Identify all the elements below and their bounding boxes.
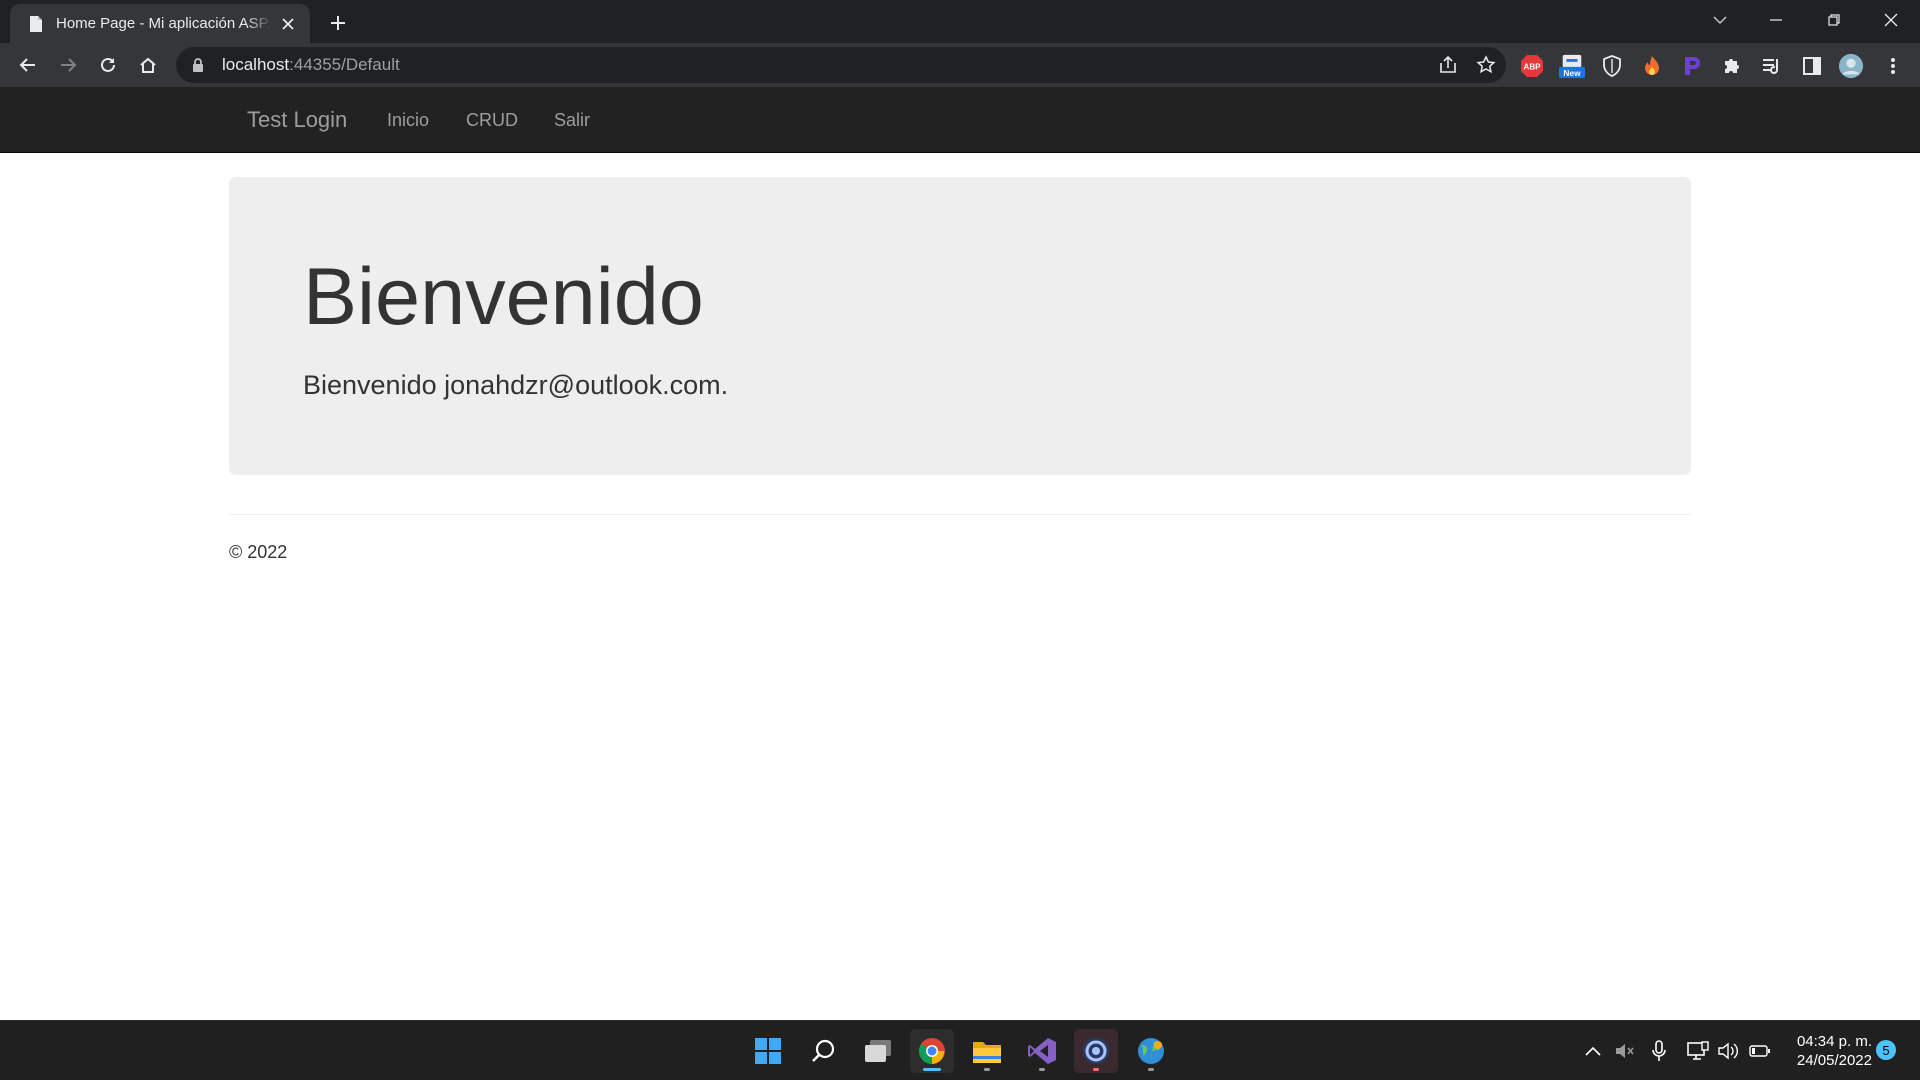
browser-toolbar: localhost :44355/Default ABP New bbox=[0, 43, 1920, 88]
chrome-active-indicator bbox=[923, 1068, 941, 1071]
browser-tab-active[interactable]: Home Page - Mi aplicación ASP.NET bbox=[10, 4, 310, 43]
new-tab-button[interactable] bbox=[324, 9, 352, 37]
lock-icon[interactable] bbox=[190, 57, 206, 73]
close-window-button[interactable] bbox=[1863, 0, 1919, 40]
microphone-icon[interactable] bbox=[1647, 1039, 1671, 1063]
forward-button[interactable] bbox=[52, 49, 84, 81]
url-path: :44355/Default bbox=[289, 55, 400, 74]
tab-close-icon[interactable] bbox=[278, 14, 298, 34]
taskbar-chrome[interactable] bbox=[910, 1029, 954, 1073]
share-icon[interactable] bbox=[1436, 53, 1460, 77]
page-favicon-icon bbox=[26, 14, 46, 34]
battery-icon[interactable] bbox=[1748, 1039, 1772, 1063]
puzzle-extensions-icon[interactable] bbox=[1719, 53, 1745, 79]
task-view-icon[interactable] bbox=[856, 1029, 900, 1073]
footer-copyright: © 2022 bbox=[229, 542, 288, 562]
search-icon[interactable] bbox=[801, 1029, 845, 1073]
speaker-muted-icon[interactable] bbox=[1612, 1039, 1636, 1063]
site-navbar: Test Login Inicio CRUD Salir bbox=[0, 88, 1920, 153]
taskbar-browser-globe[interactable] bbox=[1129, 1029, 1173, 1073]
web-page: Test Login Inicio CRUD Salir Bienvenido … bbox=[0, 88, 1920, 1020]
taskbar-file-explorer[interactable] bbox=[965, 1029, 1009, 1073]
tab-search-chevron-icon[interactable] bbox=[1692, 0, 1748, 40]
reload-button[interactable] bbox=[92, 49, 124, 81]
bookmark-star-icon[interactable] bbox=[1474, 53, 1498, 77]
nav-link-crud[interactable]: CRUD bbox=[466, 110, 518, 131]
profile-avatar[interactable] bbox=[1838, 53, 1864, 79]
new-extension-icon[interactable]: New bbox=[1559, 53, 1585, 79]
side-panel-icon[interactable] bbox=[1799, 53, 1825, 79]
notification-badge[interactable]: 5 bbox=[1876, 1040, 1896, 1060]
back-button[interactable] bbox=[12, 49, 44, 81]
vs-running-indicator bbox=[1039, 1068, 1045, 1071]
welcome-message: Bienvenido jonahdzr@outlook.com. bbox=[303, 370, 729, 400]
browser-tabstrip: Home Page - Mi aplicación ASP.NET bbox=[0, 0, 1920, 43]
show-hidden-icons-chevron-icon[interactable] bbox=[1581, 1039, 1605, 1063]
home-button[interactable] bbox=[132, 49, 164, 81]
restore-button[interactable] bbox=[1806, 0, 1862, 40]
welcome-title: Bienvenido bbox=[303, 252, 704, 342]
volume-icon[interactable] bbox=[1716, 1039, 1740, 1063]
address-bar[interactable]: localhost :44355/Default bbox=[176, 47, 1506, 83]
footer-divider bbox=[229, 514, 1691, 515]
taskbar-visual-studio[interactable] bbox=[1020, 1029, 1064, 1073]
nav-link-inicio[interactable]: Inicio bbox=[387, 110, 429, 131]
windows-taskbar: 04:34 p. m. 24/05/2022 5 bbox=[0, 1020, 1920, 1080]
chrome-menu-icon[interactable] bbox=[1880, 53, 1906, 79]
url-host: localhost bbox=[222, 55, 290, 74]
minimize-button[interactable] bbox=[1748, 0, 1804, 40]
svg-text:New: New bbox=[1563, 68, 1581, 78]
nav-link-salir[interactable]: Salir bbox=[554, 110, 590, 131]
shield-extension-icon[interactable] bbox=[1599, 53, 1625, 79]
obs-running-indicator bbox=[1093, 1068, 1099, 1071]
svg-text:ABP: ABP bbox=[1524, 63, 1542, 72]
media-control-icon[interactable] bbox=[1759, 53, 1785, 79]
system-clock[interactable]: 04:34 p. m. 24/05/2022 bbox=[1780, 1032, 1872, 1070]
p-extension-icon[interactable] bbox=[1679, 53, 1705, 79]
clock-date: 24/05/2022 bbox=[1796, 1052, 1872, 1069]
tab-title: Home Page - Mi aplicación ASP.NET bbox=[56, 15, 272, 32]
clock-time: 04:34 p. m. bbox=[1796, 1033, 1872, 1050]
globe-running-indicator bbox=[1148, 1068, 1154, 1071]
navbar-brand[interactable]: Test Login bbox=[247, 107, 347, 133]
explorer-running-indicator bbox=[984, 1068, 990, 1071]
network-icon[interactable] bbox=[1686, 1039, 1710, 1063]
taskbar-obs-app[interactable] bbox=[1074, 1029, 1118, 1073]
adblock-plus-icon[interactable]: ABP bbox=[1519, 53, 1545, 79]
start-button[interactable] bbox=[746, 1029, 790, 1073]
fire-extension-icon[interactable] bbox=[1639, 53, 1665, 79]
welcome-jumbotron: Bienvenido Bienvenido jonahdzr@outlook.c… bbox=[229, 177, 1691, 475]
